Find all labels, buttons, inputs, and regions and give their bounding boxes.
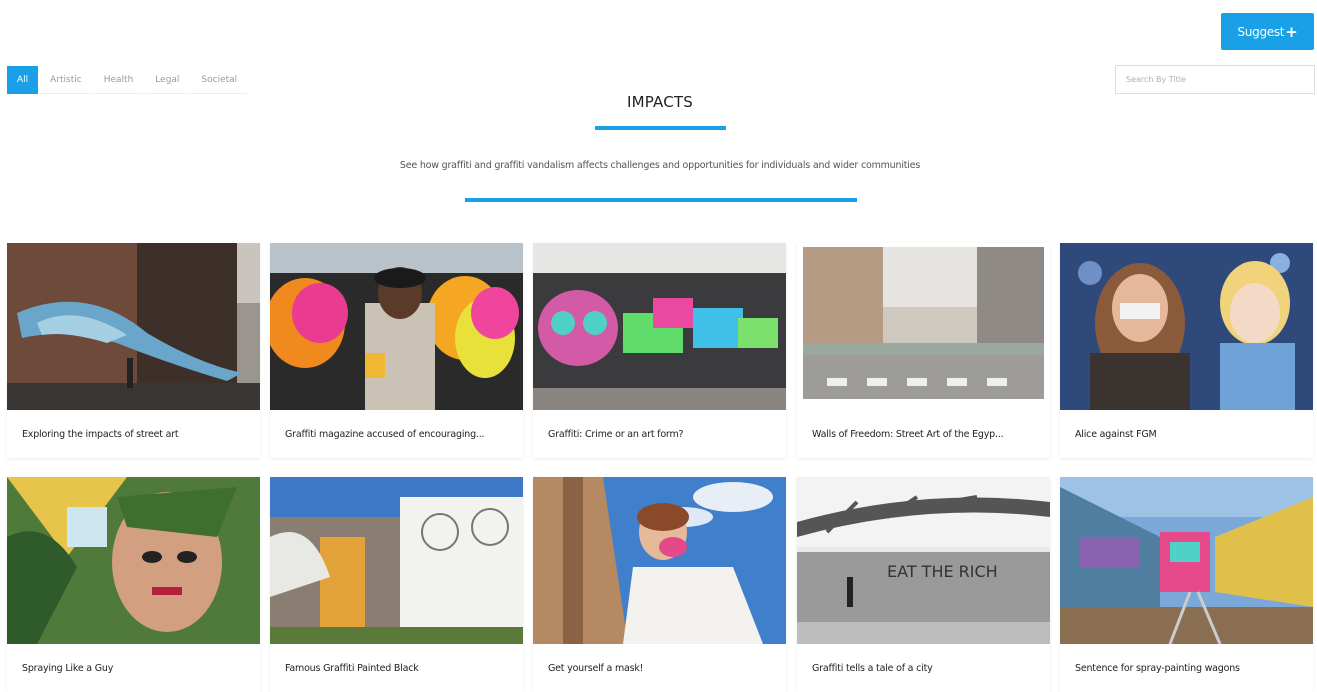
- card-title: Spraying Like a Guy: [22, 662, 114, 674]
- filter-societal[interactable]: Societal: [191, 66, 248, 94]
- card-exploring-impacts[interactable]: Exploring the impacts of street art: [7, 243, 260, 458]
- card-crime-or-art[interactable]: Graffiti: Crime or an art form?: [533, 243, 786, 458]
- card-image: [1060, 243, 1313, 410]
- card-image: [270, 477, 523, 644]
- card-spraying-like-a-guy[interactable]: Spraying Like a Guy: [7, 477, 260, 692]
- card-title: Sentence for spray-painting wagons: [1075, 662, 1240, 674]
- card-image: [533, 477, 786, 644]
- card-title: Graffiti tells a tale of a city: [812, 662, 933, 674]
- card-title: Graffiti: Crime or an art form?: [548, 428, 684, 440]
- filter-label: Societal: [201, 74, 238, 85]
- page-subtitle: See how graffiti and graffiti vandalism …: [399, 160, 921, 171]
- card-image: [7, 243, 260, 410]
- card-image: [797, 243, 1050, 410]
- filter-label: Artistic: [50, 74, 82, 85]
- subtitle-underline: [465, 198, 857, 202]
- filter-all[interactable]: All: [7, 66, 39, 94]
- plus-icon: +: [1285, 22, 1298, 41]
- suggest-label: Suggest: [1237, 24, 1285, 39]
- card-tale-of-a-city[interactable]: EAT THE RICH Graffiti tells a tale of a …: [797, 477, 1050, 692]
- filter-label: Legal: [155, 74, 180, 85]
- title-underline: [595, 126, 726, 130]
- wall-graffiti-text: EAT THE RICH: [887, 562, 998, 581]
- card-image: [533, 243, 786, 410]
- filter-health[interactable]: Health: [93, 66, 144, 94]
- card-alice-against-fgm[interactable]: Alice against FGM: [1060, 243, 1313, 458]
- card-title: Famous Graffiti Painted Black: [285, 662, 419, 674]
- filter-legal[interactable]: Legal: [145, 66, 190, 94]
- card-image: EAT THE RICH: [797, 477, 1050, 644]
- filter-label: Health: [103, 74, 134, 85]
- card-get-a-mask[interactable]: Get yourself a mask!: [533, 477, 786, 692]
- card-walls-of-freedom[interactable]: Walls of Freedom: Street Art of the Egyp…: [797, 243, 1050, 458]
- category-filters: All Artistic Health Legal Societal: [7, 66, 248, 94]
- card-image: [7, 477, 260, 644]
- card-famous-graffiti-black[interactable]: Famous Graffiti Painted Black: [270, 477, 523, 692]
- card-spray-painting-wagons[interactable]: Sentence for spray-painting wagons: [1060, 477, 1313, 692]
- filter-label: All: [17, 74, 29, 85]
- search-input[interactable]: [1115, 65, 1315, 94]
- card-image: [270, 243, 523, 410]
- card-graffiti-magazine[interactable]: Graffiti magazine accused of encouraging…: [270, 243, 523, 458]
- page-title: IMPACTS: [626, 93, 693, 111]
- card-title: Walls of Freedom: Street Art of the Egyp…: [812, 428, 1004, 440]
- card-title: Graffiti magazine accused of encouraging…: [285, 428, 485, 440]
- suggest-button[interactable]: Suggest +: [1221, 13, 1314, 50]
- filter-artistic[interactable]: Artistic: [40, 66, 92, 94]
- card-image: [1060, 477, 1313, 644]
- card-title: Alice against FGM: [1075, 428, 1157, 440]
- card-title: Exploring the impacts of street art: [22, 428, 179, 440]
- card-title: Get yourself a mask!: [548, 662, 644, 674]
